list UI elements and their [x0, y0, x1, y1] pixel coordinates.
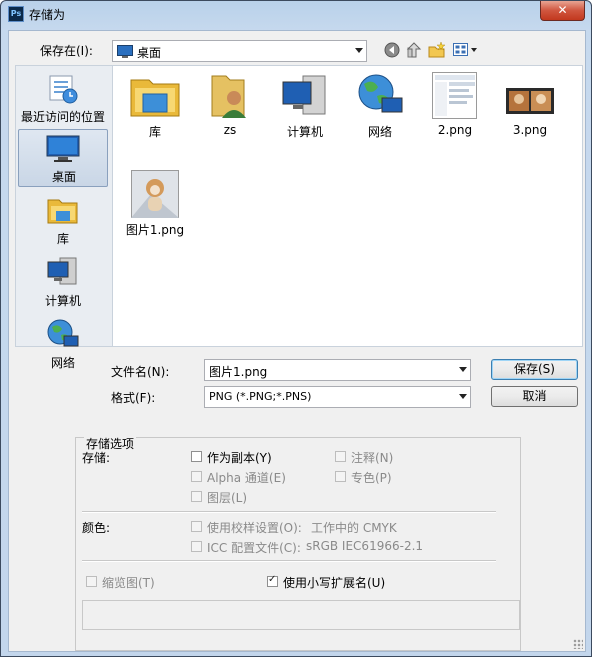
divider	[82, 511, 496, 513]
place-label: 网络	[50, 356, 75, 370]
icc-value: sRGB IEC61966-2.1	[306, 539, 424, 553]
file-label: 计算机	[286, 125, 323, 139]
chevron-down-icon	[459, 367, 467, 372]
desktop-icon	[46, 134, 80, 167]
file-label: zs	[223, 123, 237, 137]
image-thumbnail-icon	[506, 88, 554, 117]
file-item[interactable]: 库	[115, 70, 195, 144]
place-label: 桌面	[51, 170, 76, 184]
view-menu-icon[interactable]	[453, 42, 479, 61]
file-item[interactable]: 3.png	[490, 70, 570, 144]
file-label: 3.png	[512, 123, 548, 137]
icc-checkbox[interactable]	[191, 541, 202, 552]
alpha-label: Alpha 通道(E)	[207, 471, 286, 485]
resize-grip-icon[interactable]	[573, 639, 583, 649]
use-proof-checkbox[interactable]	[191, 521, 202, 532]
as-copy-checkbox[interactable]	[191, 451, 202, 462]
lowercase-extension-label: 使用小写扩展名(U)	[283, 576, 386, 590]
new-folder-icon[interactable]	[428, 41, 446, 62]
file-label: 网络	[367, 125, 392, 139]
use-proof-value: 工作中的 CMYK	[311, 521, 397, 535]
notes-checkbox[interactable]	[335, 451, 346, 462]
file-item[interactable]: 网络	[340, 70, 420, 144]
place-label: 计算机	[44, 294, 81, 308]
save-button[interactable]: 保存(S)	[491, 359, 578, 380]
filename-input[interactable]: 图片1.png	[204, 359, 471, 381]
save-in-dropdown[interactable]: 桌面	[112, 40, 367, 62]
recent-places-icon	[46, 72, 80, 109]
place-recent[interactable]: 最近访问的位置	[18, 70, 108, 128]
alpha-checkbox[interactable]	[191, 471, 202, 482]
file-label: 库	[148, 125, 161, 139]
file-list[interactable]: 库 zs 计算机 网络 2.png 3.png 图片1.png	[112, 65, 583, 347]
window-title: 存储为	[29, 8, 66, 22]
image-thumbnail-icon	[432, 72, 478, 123]
icc-label: ICC 配置文件(C):	[207, 541, 301, 555]
up-folder-icon[interactable]	[406, 41, 422, 62]
chevron-down-icon	[459, 394, 467, 399]
library-icon	[46, 194, 80, 229]
use-proof-label: 使用校样设置(O):	[207, 521, 302, 535]
place-desktop[interactable]: 桌面	[18, 129, 108, 187]
file-item[interactable]: 2.png	[415, 70, 495, 144]
file-item[interactable]: zs	[190, 70, 270, 144]
thumbnail-checkbox[interactable]	[86, 576, 97, 587]
photoshop-app-icon: Ps	[8, 6, 24, 22]
layers-label: 图层(L)	[207, 491, 248, 505]
file-label: 图片1.png	[125, 223, 185, 237]
format-value: PNG (*.PNG;*.PNS)	[209, 390, 312, 403]
color-section-label: 颜色:	[82, 521, 111, 535]
computer-icon	[281, 74, 329, 121]
save-in-value: 桌面	[137, 46, 162, 60]
as-copy-label: 作为副本(Y)	[207, 451, 272, 465]
place-library[interactable]: 库	[18, 192, 108, 250]
user-folder-icon	[208, 72, 252, 123]
save-in-label: 保存在(I):	[40, 44, 93, 58]
layers-checkbox[interactable]	[191, 491, 202, 502]
save-section-label: 存储:	[82, 451, 111, 465]
back-icon[interactable]	[384, 42, 400, 61]
lowercase-extension-checkbox[interactable]	[267, 574, 278, 587]
cancel-button[interactable]: 取消	[491, 386, 578, 407]
library-folder-icon	[129, 72, 181, 123]
save-as-dialog: Ps 存储为 ✕ 保存在(I): 桌面 最近访问的位置 桌面 库 计算机 网络 …	[0, 0, 592, 657]
format-label: 格式(F):	[111, 391, 156, 405]
place-network[interactable]: 网络	[18, 316, 108, 374]
file-label: 2.png	[437, 123, 473, 137]
filename-label: 文件名(N):	[111, 365, 170, 379]
divider	[82, 560, 496, 562]
place-label: 库	[56, 232, 69, 246]
chevron-down-icon	[355, 48, 363, 53]
spot-label: 专色(P)	[351, 471, 392, 485]
file-item[interactable]: 计算机	[265, 70, 345, 144]
title-bar[interactable]: Ps 存储为 ✕	[1, 1, 591, 27]
image-thumbnail-icon	[131, 170, 179, 221]
network-icon	[46, 318, 80, 353]
network-icon	[356, 72, 404, 121]
save-options-group: 存储选项 存储: 作为副本(Y) 注释(N) Alpha 通道(E) 专色(P)…	[75, 435, 521, 651]
computer-icon	[46, 256, 80, 291]
filename-value: 图片1.png	[209, 365, 268, 379]
close-button[interactable]: ✕	[540, 1, 585, 21]
place-label: 最近访问的位置	[20, 110, 105, 124]
places-bar: 最近访问的位置 桌面 库 计算机 网络	[15, 65, 113, 370]
message-area	[82, 600, 520, 630]
spot-checkbox[interactable]	[335, 471, 346, 482]
desktop-small-icon	[117, 45, 133, 61]
place-computer[interactable]: 计算机	[18, 254, 108, 312]
file-item[interactable]: 图片1.png	[115, 168, 195, 242]
thumbnail-label: 缩览图(T)	[102, 576, 155, 590]
notes-label: 注释(N)	[351, 451, 394, 465]
dialog-client: 保存在(I): 桌面 最近访问的位置 桌面 库 计算机 网络 库 zs 计算机 …	[8, 30, 586, 652]
format-select[interactable]: PNG (*.PNG;*.PNS)	[204, 386, 471, 408]
